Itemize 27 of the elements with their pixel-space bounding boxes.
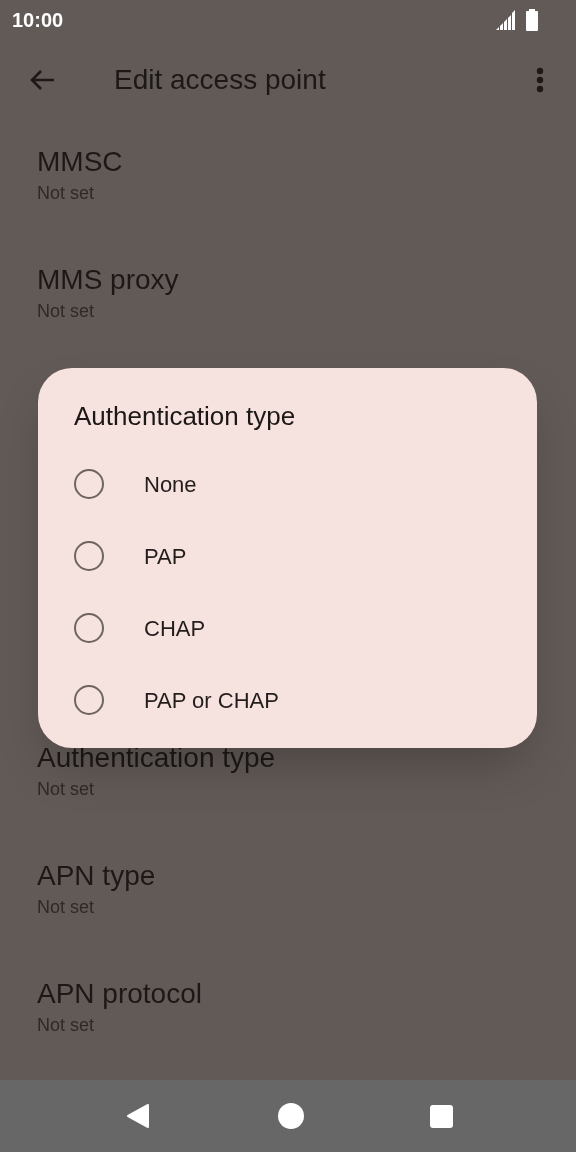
option-label: PAP or CHAP bbox=[144, 686, 279, 715]
recents-button[interactable] bbox=[430, 1104, 454, 1128]
setting-title[interactable]: MMSC bbox=[37, 144, 123, 180]
status-time: 10:00 bbox=[12, 8, 64, 33]
signal-icon bbox=[494, 9, 516, 31]
option-label: PAP bbox=[144, 542, 187, 571]
radio-option[interactable]: PAP bbox=[74, 520, 501, 592]
radio-option[interactable]: CHAP bbox=[74, 592, 501, 664]
dialog-title: Authentication type bbox=[74, 400, 296, 433]
option-label: None bbox=[144, 470, 197, 499]
setting-title[interactable]: APN protocol bbox=[37, 976, 202, 1012]
battery-icon bbox=[526, 9, 538, 31]
setting-title[interactable]: APN type bbox=[37, 858, 156, 894]
radio-button[interactable] bbox=[74, 613, 104, 643]
radio-option[interactable]: PAP or CHAP bbox=[74, 664, 501, 736]
setting-title[interactable]: MMS proxy bbox=[37, 262, 179, 298]
home-button[interactable] bbox=[278, 1103, 305, 1129]
triangle-icon bbox=[125, 1103, 150, 1129]
more-options-icon bbox=[536, 67, 544, 93]
radio-option[interactable]: None bbox=[74, 448, 501, 520]
radio-button[interactable] bbox=[74, 685, 104, 715]
option-label: CHAP bbox=[144, 614, 206, 643]
radio-button[interactable] bbox=[74, 541, 104, 571]
back-arrow-icon bbox=[29, 69, 55, 91]
radio-button[interactable] bbox=[74, 469, 104, 499]
more-options-button[interactable] bbox=[534, 66, 546, 94]
app-bar-title: Edit access point bbox=[114, 63, 327, 97]
